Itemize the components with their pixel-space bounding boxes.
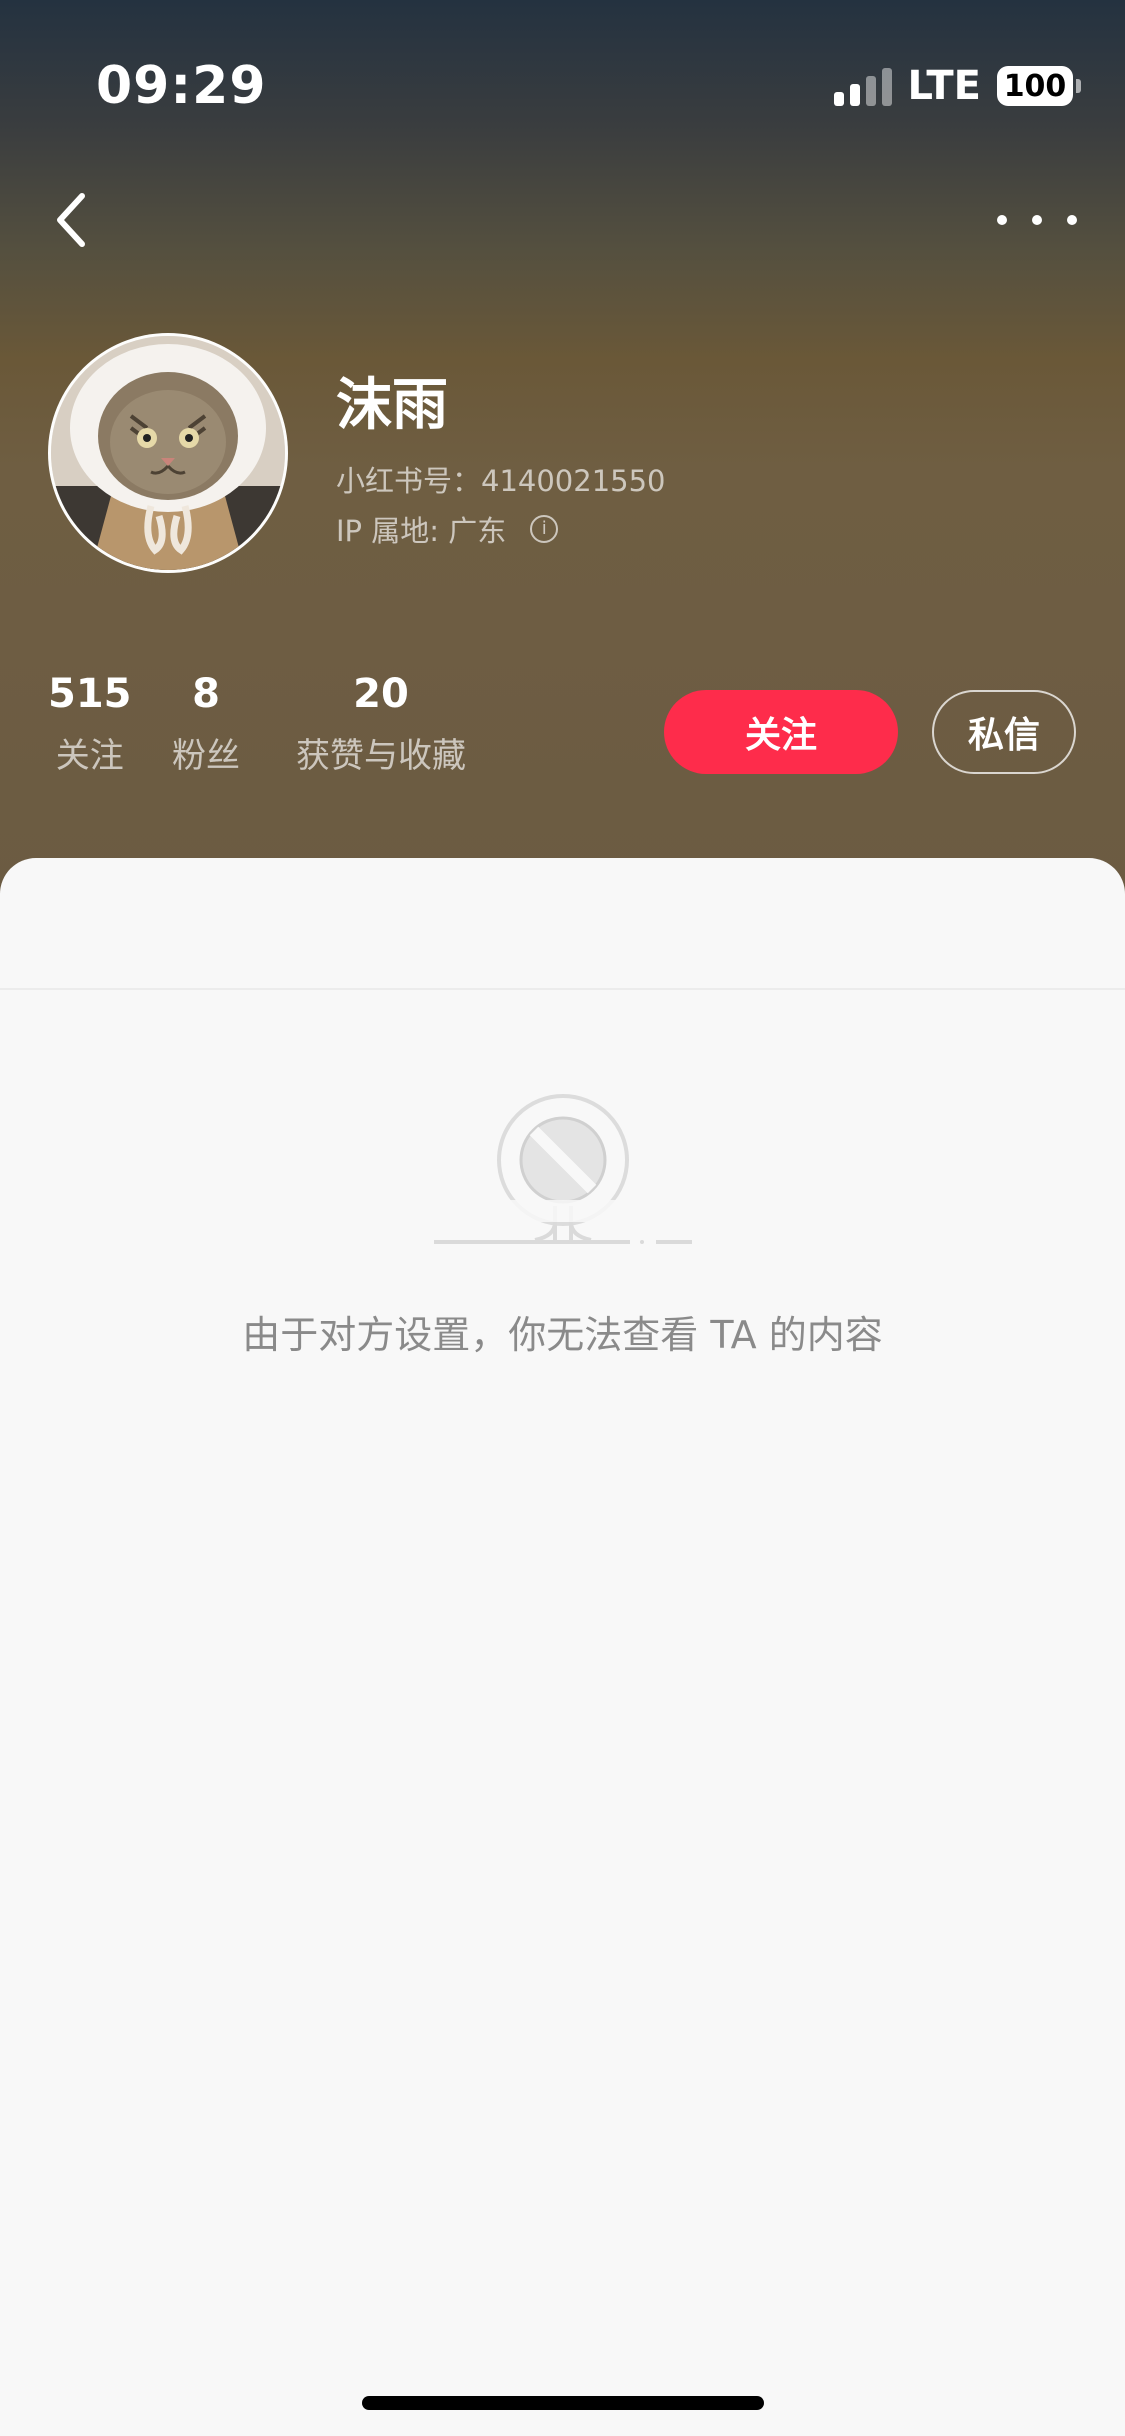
more-button[interactable] [997, 200, 1077, 240]
status-indicators: LTE 100 [833, 62, 1081, 110]
stat-followers[interactable]: 8 粉丝 [172, 668, 240, 778]
cat-avatar [51, 336, 285, 570]
follow-button[interactable]: 关注 [664, 690, 898, 774]
username: 沫雨 [336, 373, 448, 438]
content-panel: 由于对方设置，你无法查看 TA 的内容 [0, 858, 1125, 2436]
ip-location-text: IP 属地: 广东 [336, 514, 507, 548]
info-icon[interactable]: i [530, 515, 559, 543]
stat-value: 8 [192, 671, 220, 717]
stat-likes-collections[interactable]: 20 获赞与收藏 [296, 668, 466, 778]
home-indicator[interactable] [362, 2396, 764, 2410]
battery-icon: 100 [997, 66, 1081, 106]
tab-divider [0, 988, 1125, 990]
network-type: LTE [907, 63, 981, 109]
status-time: 09:29 [96, 56, 267, 116]
avatar[interactable] [48, 333, 288, 573]
chevron-left-icon [57, 193, 85, 247]
ip-location: IP 属地: 广东 i [336, 508, 559, 550]
restricted-icon [434, 1094, 692, 1244]
stat-value: 20 [353, 671, 409, 717]
empty-message: 由于对方设置，你无法查看 TA 的内容 [242, 1313, 883, 1357]
user-id: 小红书号：4140021550 [336, 464, 666, 498]
stat-following[interactable]: 515 关注 [48, 668, 132, 778]
signal-icon [833, 66, 892, 106]
back-button[interactable] [48, 180, 108, 260]
battery-level: 100 [1003, 68, 1067, 104]
stat-label: 获赞与收藏 [296, 736, 466, 776]
stat-label: 关注 [55, 736, 124, 776]
message-button[interactable]: 私信 [932, 690, 1076, 774]
stat-value: 515 [48, 671, 132, 717]
more-horizontal-icon [997, 215, 1007, 225]
stat-label: 粉丝 [172, 736, 240, 776]
